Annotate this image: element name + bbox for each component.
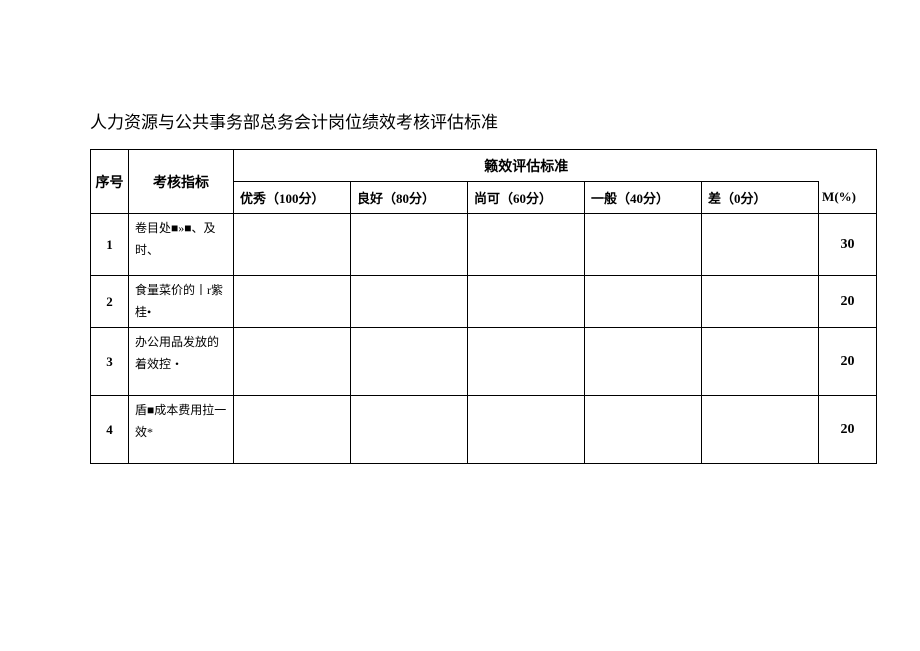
table-row: 2 食量菜价的丨r紫桂• 20	[91, 276, 877, 328]
row-weight: 20	[819, 396, 877, 464]
row-poor	[702, 214, 819, 276]
row-good	[351, 328, 468, 396]
table-row: 3 办公用品发放的着效控・ 20	[91, 328, 877, 396]
row-indicator: 食量菜价的丨r紫桂•	[129, 276, 234, 328]
row-weight: 30	[819, 214, 877, 276]
row-excellent	[234, 396, 351, 464]
table-row: 1 卷目处■»■、及时、 30	[91, 214, 877, 276]
header-excellent: 优秀（100分）	[234, 182, 351, 214]
row-average	[585, 214, 702, 276]
row-seq: 4	[91, 396, 129, 464]
row-good	[351, 214, 468, 276]
header-weight-blank	[819, 150, 877, 182]
row-seq: 3	[91, 328, 129, 396]
row-seq: 2	[91, 276, 129, 328]
row-average	[585, 328, 702, 396]
row-fair	[468, 214, 585, 276]
row-indicator: 卷目处■»■、及时、	[129, 214, 234, 276]
row-fair	[468, 328, 585, 396]
evaluation-table: 序号 考核指标 籁效评估标准 优秀（100分） 良好（80分） 尚可（60分） …	[90, 149, 877, 464]
row-fair	[468, 276, 585, 328]
header-average: 一般（40分）	[585, 182, 702, 214]
row-indicator: 盾■成本费用拉一效*	[129, 396, 234, 464]
row-average	[585, 276, 702, 328]
header-poor: 差（0分）	[702, 182, 819, 214]
table-row: 4 盾■成本费用拉一效* 20	[91, 396, 877, 464]
row-excellent	[234, 276, 351, 328]
header-good: 良好（80分）	[351, 182, 468, 214]
row-weight: 20	[819, 328, 877, 396]
row-seq: 1	[91, 214, 129, 276]
row-poor	[702, 276, 819, 328]
row-excellent	[234, 214, 351, 276]
row-indicator: 办公用品发放的着效控・	[129, 328, 234, 396]
row-weight: 20	[819, 276, 877, 328]
header-sequence: 序号	[91, 150, 129, 214]
header-fair: 尚可（60分）	[468, 182, 585, 214]
header-indicator: 考核指标	[129, 150, 234, 214]
row-good	[351, 396, 468, 464]
row-average	[585, 396, 702, 464]
row-fair	[468, 396, 585, 464]
row-excellent	[234, 328, 351, 396]
row-poor	[702, 328, 819, 396]
header-weight: M(%)	[819, 182, 877, 214]
header-rating-group: 籁效评估标准	[234, 150, 819, 182]
row-good	[351, 276, 468, 328]
row-poor	[702, 396, 819, 464]
page-title: 人力资源与公共事务部总务会计岗位绩效考核评估标准	[90, 108, 830, 133]
